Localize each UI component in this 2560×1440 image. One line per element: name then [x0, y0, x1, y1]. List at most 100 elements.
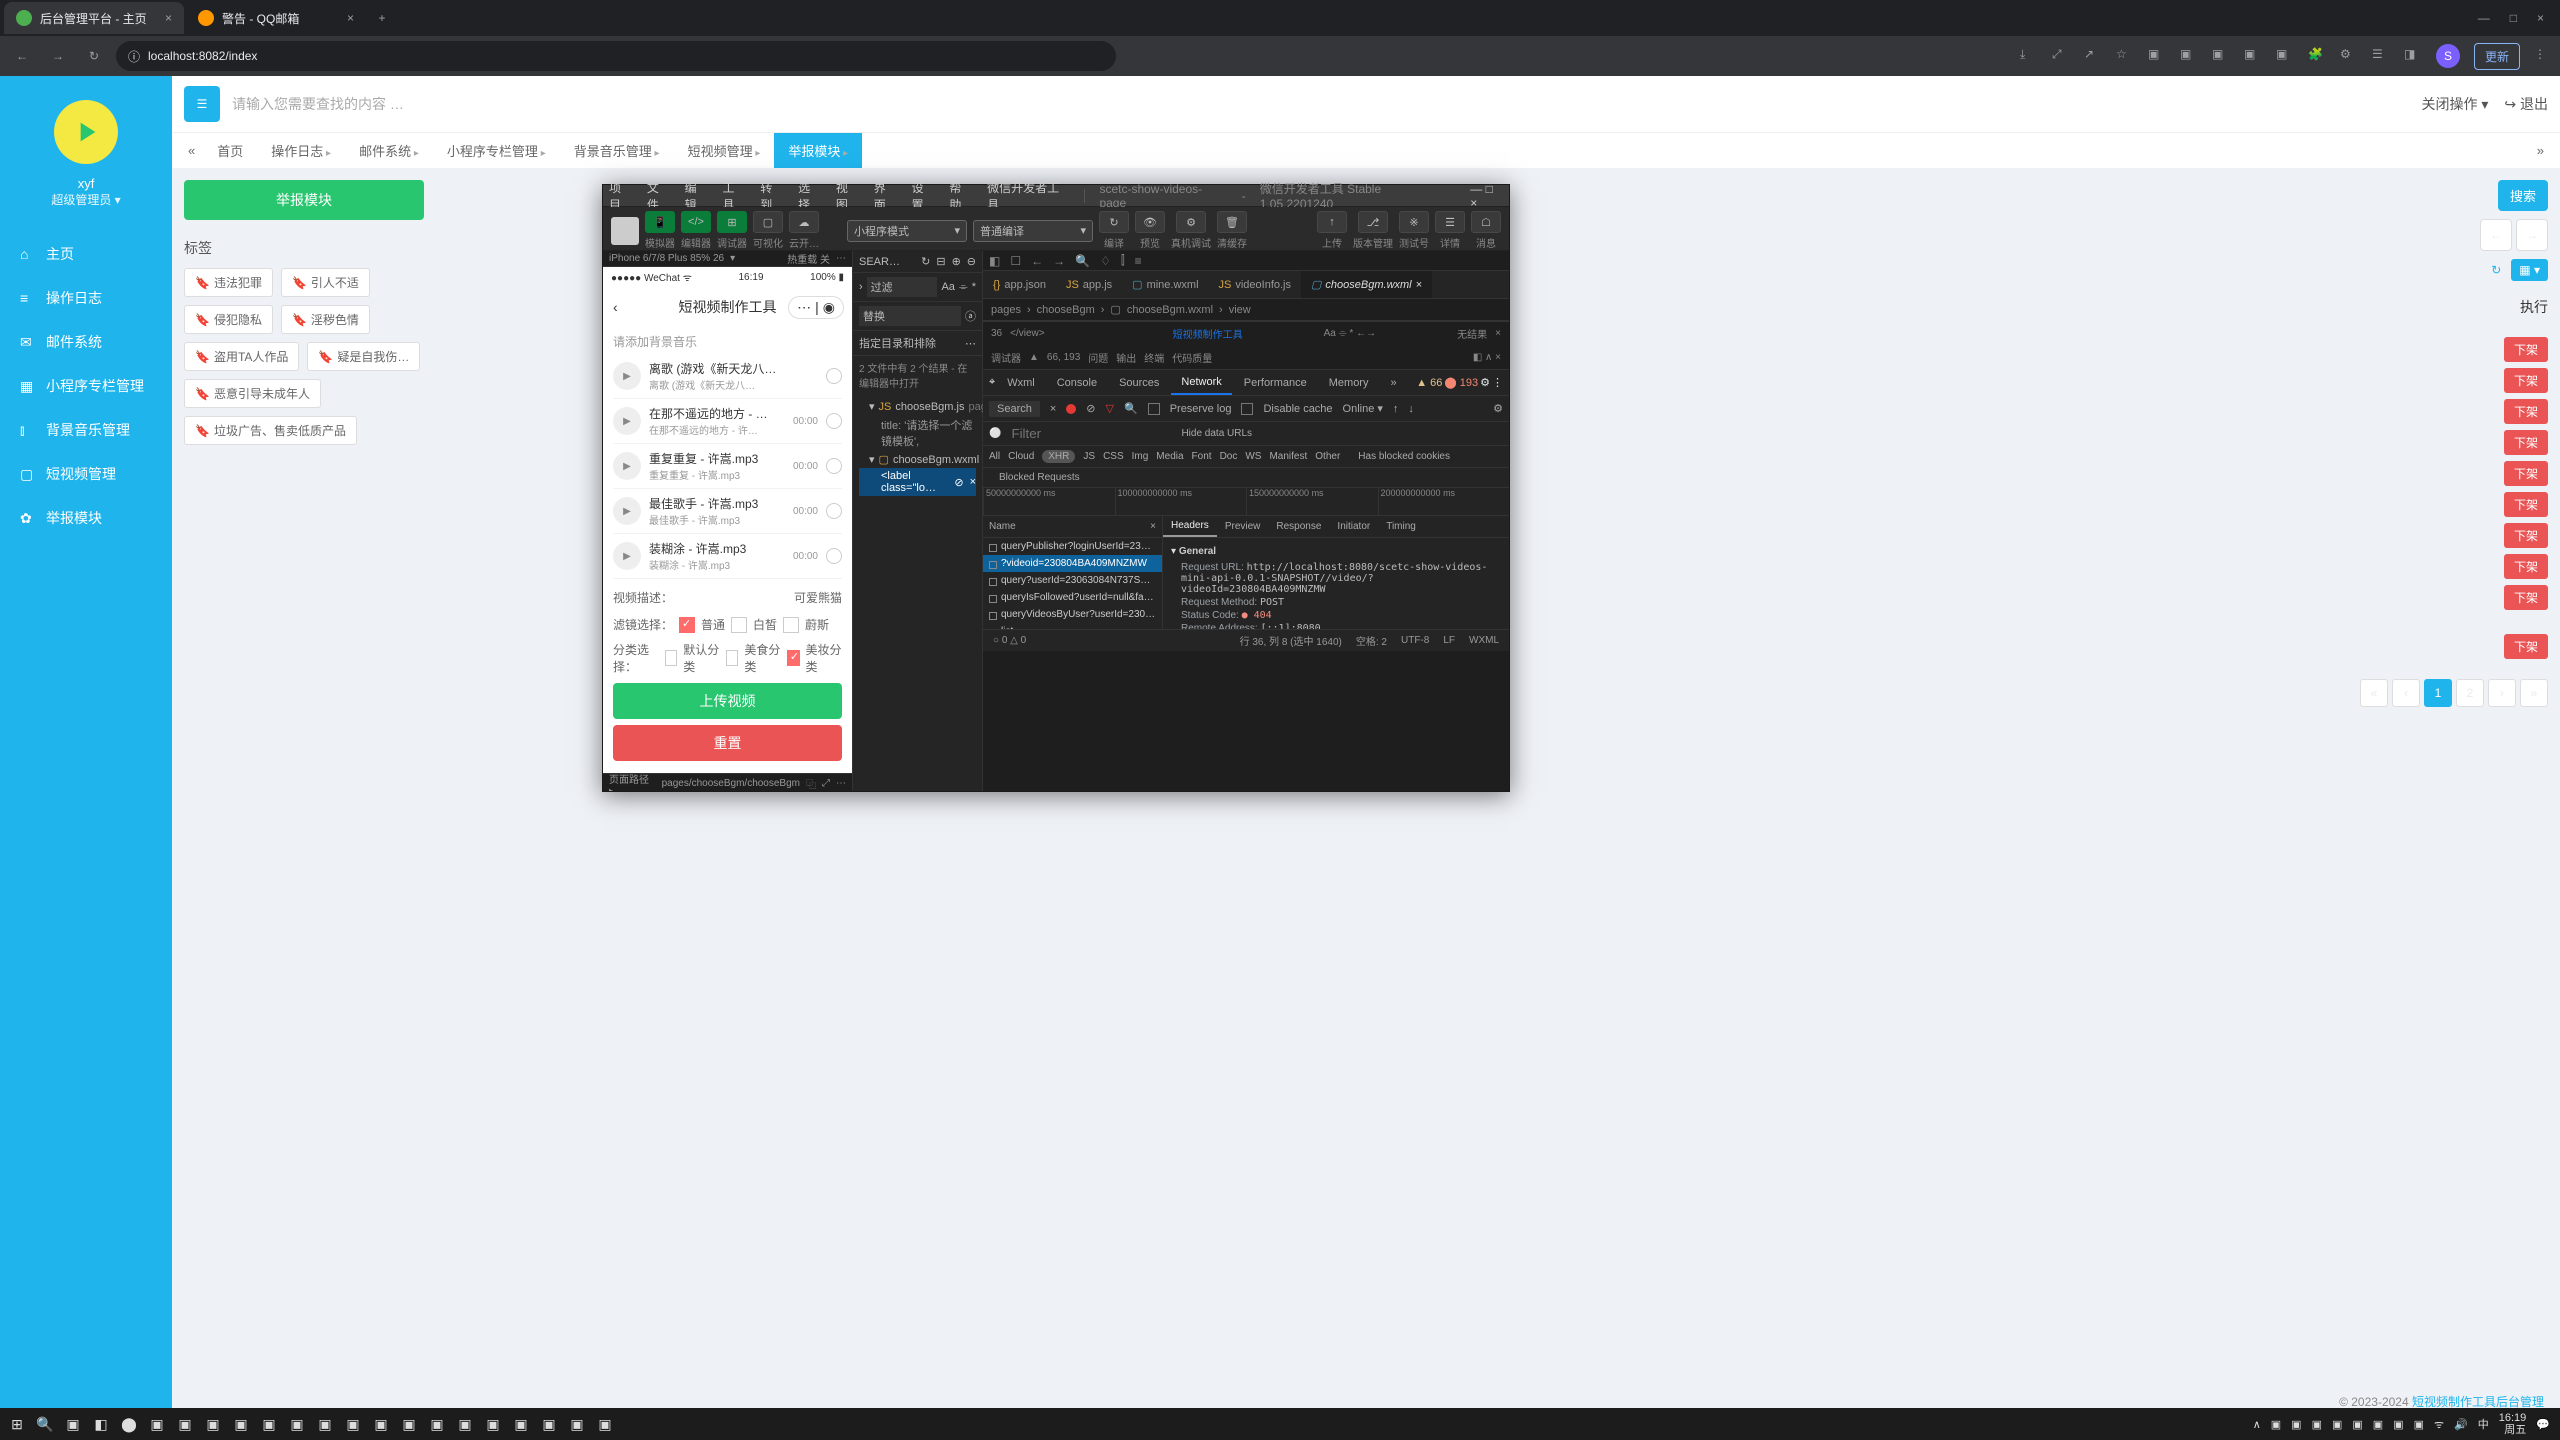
- detail-tab-response[interactable]: Response: [1268, 516, 1329, 537]
- update-button[interactable]: 更新: [2474, 43, 2520, 70]
- sidebar-item-logs[interactable]: ≡操作日志: [0, 276, 172, 320]
- device-select[interactable]: iPhone 6/7/8 Plus 85% 26: [609, 253, 724, 264]
- app-icon[interactable]: ▣: [312, 1411, 338, 1437]
- ext5-icon[interactable]: ▣: [2276, 47, 2294, 65]
- tab-home[interactable]: 首页: [203, 133, 257, 168]
- type-cloud[interactable]: Cloud: [1008, 451, 1034, 462]
- menu-icon[interactable]: ⋯: [797, 299, 811, 316]
- editor-tab[interactable]: JS videoInfo.js: [1209, 271, 1302, 298]
- preview-button[interactable]: 👁: [1135, 211, 1165, 233]
- compile-select[interactable]: 普通编译▾: [973, 220, 1093, 242]
- install-icon[interactable]: ⤓: [2020, 47, 2038, 65]
- page-1[interactable]: 1: [2424, 679, 2452, 707]
- music-item[interactable]: ▶ 重复重复 - 许嵩.mp3重复重复 - 许嵩.mp3 00:00: [613, 444, 842, 489]
- music-item[interactable]: ▶ 装糊涂 - 许嵩.mp3装糊涂 - 许嵩.mp3 00:00: [613, 534, 842, 579]
- tab-music[interactable]: 背景音乐管理: [560, 133, 674, 168]
- expand-icon[interactable]: ⤢: [822, 778, 830, 789]
- detail-tab-headers[interactable]: Headers: [1163, 516, 1217, 537]
- search-icon[interactable]: 🔍: [32, 1411, 58, 1437]
- layout-icon[interactable]: ≡: [1135, 254, 1142, 268]
- ext4-icon[interactable]: ▣: [2244, 47, 2262, 65]
- detail-tab-timing[interactable]: Timing: [1378, 516, 1424, 537]
- ime-icon[interactable]: 中: [2478, 1416, 2489, 1432]
- request-item[interactable]: query?userId=23063084N737SD40: [983, 572, 1162, 589]
- spaces[interactable]: 空格: 2: [1356, 633, 1387, 648]
- ext1-icon[interactable]: ▣: [2148, 47, 2166, 65]
- tag-item[interactable]: 🔖 垃圾广告、售卖低质产品: [184, 416, 357, 445]
- app-icon[interactable]: ▣: [368, 1411, 394, 1437]
- type-ws[interactable]: WS: [1245, 451, 1261, 462]
- search-icon[interactable]: 🔍: [1124, 402, 1138, 415]
- forward-button[interactable]: →: [44, 42, 72, 70]
- radio[interactable]: [826, 368, 842, 384]
- sidebar-item-report[interactable]: ✿举报模块: [0, 496, 172, 540]
- clear-cache-button[interactable]: 🗑: [1217, 211, 1247, 233]
- more-icon[interactable]: ⋮: [1492, 376, 1503, 389]
- type-all[interactable]: All: [989, 451, 1000, 462]
- menu-icon[interactable]: ⋮: [2534, 47, 2552, 65]
- search-icon[interactable]: ⤢: [2052, 47, 2070, 65]
- page-2[interactable]: 2: [2456, 679, 2484, 707]
- type-manifest[interactable]: Manifest: [1269, 451, 1307, 462]
- find-tab[interactable]: 终端: [1144, 350, 1164, 365]
- editor-tab[interactable]: {} app.json: [983, 271, 1056, 298]
- upload-button[interactable]: ↑: [1317, 211, 1347, 233]
- page-first[interactable]: «: [2360, 679, 2388, 707]
- type-other[interactable]: Other: [1315, 451, 1340, 462]
- panel-tab-sources[interactable]: Sources: [1109, 370, 1169, 395]
- back-button[interactable]: ←: [8, 42, 36, 70]
- close-icon[interactable]: ×: [1495, 328, 1501, 339]
- bookmark-icon[interactable]: ☐: [1010, 254, 1021, 268]
- app-icon[interactable]: ▣: [424, 1411, 450, 1437]
- cursor-pos[interactable]: 行 36, 列 8 (选中 1640): [1240, 633, 1342, 648]
- find-tab[interactable]: 代码质量: [1172, 350, 1212, 365]
- layout-icon[interactable]: ◧ ∧ ×: [1473, 352, 1501, 363]
- panel-tab-memory[interactable]: Memory: [1319, 370, 1379, 395]
- search-icon[interactable]: 🔍: [1075, 254, 1090, 268]
- report-module-button[interactable]: 举报模块: [184, 180, 424, 220]
- play-icon[interactable]: ▶: [613, 407, 641, 435]
- app-icon[interactable]: ▣: [256, 1411, 282, 1437]
- breadcrumb[interactable]: pages›chooseBgm›▢chooseBgm.wxml›view: [983, 299, 1509, 321]
- expand-icon[interactable]: ›: [859, 281, 863, 293]
- next-button[interactable]: →: [2516, 219, 2548, 251]
- message-button[interactable]: ☖: [1471, 211, 1501, 233]
- filter-input[interactable]: [1011, 426, 1111, 441]
- search-input[interactable]: 请输入您需要查找的内容 …: [232, 94, 404, 114]
- find-tab[interactable]: 输出: [1116, 350, 1136, 365]
- music-item[interactable]: ▶ 离歌 (游戏《新天龙八…离歌 (游戏《新天龙八…: [613, 354, 842, 399]
- collapse-icon[interactable]: ⊖: [967, 255, 976, 268]
- volume-icon[interactable]: 🔊: [2454, 1418, 2468, 1431]
- close-icon[interactable]: ×: [970, 476, 976, 488]
- takedown-button[interactable]: 下架: [2504, 585, 2548, 610]
- tray-icon[interactable]: ▣: [2414, 1418, 2424, 1431]
- app-icon[interactable]: ▣: [172, 1411, 198, 1437]
- detail-button[interactable]: ☰: [1435, 211, 1465, 233]
- type-doc[interactable]: Doc: [1220, 451, 1238, 462]
- split-icon[interactable]: ⫿: [1121, 253, 1125, 268]
- tag-item[interactable]: 🔖 引人不适: [281, 268, 370, 297]
- panel-tab-network[interactable]: Network: [1171, 370, 1231, 395]
- hot-reload[interactable]: 热重载 关: [787, 251, 830, 266]
- request-item[interactable]: queryIsFollowed?userId=null&fanId=2…: [983, 589, 1162, 606]
- hamburger-button[interactable]: ☰: [184, 86, 220, 122]
- cat-check[interactable]: [787, 650, 800, 666]
- type-font[interactable]: Font: [1192, 451, 1212, 462]
- refresh-button[interactable]: ↻: [2491, 263, 2501, 277]
- visual-toggle[interactable]: ▢: [753, 211, 783, 233]
- timeline[interactable]: 50000000000 ms 100000000000 ms 150000000…: [983, 488, 1509, 516]
- remote-debug-button[interactable]: ⚙: [1176, 211, 1206, 233]
- close-icon[interactable]: ×: [165, 11, 172, 25]
- ext2-icon[interactable]: ▣: [2180, 47, 2198, 65]
- cat-check[interactable]: [726, 650, 739, 666]
- app-icon[interactable]: ◧: [88, 1411, 114, 1437]
- request-item[interactable]: queryVideosByUser?userId=23063084…: [983, 606, 1162, 623]
- sidebar-item-column[interactable]: ▦小程序专栏管理: [0, 364, 172, 408]
- new-tab-button[interactable]: +: [368, 4, 396, 32]
- clear-icon[interactable]: ⊟: [936, 255, 945, 268]
- back-icon[interactable]: ‹: [613, 299, 618, 315]
- app-icon[interactable]: ▣: [228, 1411, 254, 1437]
- page-prev[interactable]: ‹: [2392, 679, 2420, 707]
- close-icon[interactable]: ×: [2537, 11, 2544, 25]
- close-icon[interactable]: ×: [347, 11, 354, 25]
